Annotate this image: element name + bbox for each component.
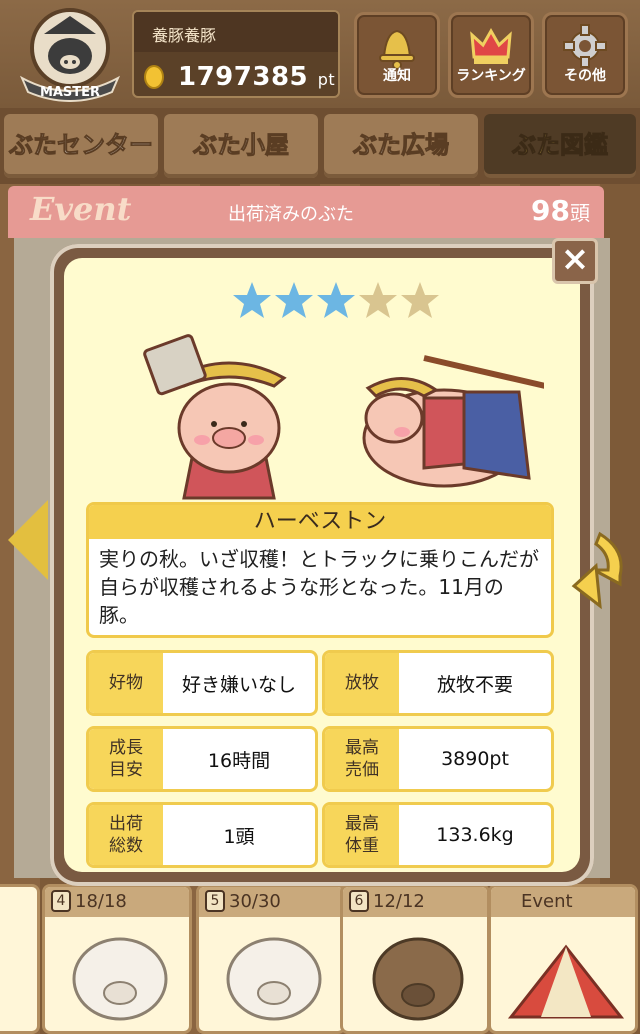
nav-tabs: ぶたセンター ぶた小屋 ぶた広場 ぶた図鑑 [0,108,640,184]
card-number: 5 [205,890,225,912]
tab-buta-hiroba[interactable]: ぶた広場 [324,114,478,178]
stat-value: 133.6kg [436,824,514,846]
card-head: 4 18/18 [45,887,189,917]
stat-max-weight: 最高 体重 133.6kg [322,802,554,868]
event-bar: Event 出荷済みのぶた 98頭 [8,186,604,238]
stat-favorite: 好物 好き嫌いなし [86,650,318,716]
card-event-label: Event [521,891,573,912]
points-display: 1797385 pt [178,62,335,92]
card-number: 6 [349,890,369,912]
notify-label: 通知 [383,68,411,84]
pig-card[interactable]: 4 18/18 [42,884,192,1034]
badge-text: MASTER [40,85,100,100]
boar-face-icon [372,937,464,1021]
header: MASTER 養豚養豚 1797385 pt 通知 ランキング その他 [0,0,640,108]
bell-icon [379,29,415,70]
stat-key: 出荷 総数 [89,805,163,865]
other-label: その他 [564,68,606,84]
star-empty-icon [359,282,397,318]
pig-face-icon [226,937,322,1021]
other-button[interactable]: その他 [542,12,628,98]
harvest-pig-side-icon [362,355,544,488]
event-card[interactable]: Event [488,884,638,1034]
pig-detail-modal: ハーベストン 実りの秋。いざ収穫！とトラックに乗りこんだが自らが収穫されるような… [50,244,594,886]
master-badge-icon[interactable]: MASTER [14,6,126,102]
shipped-count: 98頭 [531,194,590,227]
stat-key: 最高 売価 [325,729,399,789]
ranking-label: ランキング [456,68,526,84]
stat-key: 成長 目安 [89,729,163,789]
pig-info-box: ハーベストン 実りの秋。いざ収穫！とトラックに乗りこんだが自らが収穫されるような… [86,502,554,638]
pig-illustration [143,334,544,500]
star-empty-icon [401,282,439,318]
card-head: Event [491,887,635,917]
stat-value: 3890pt [441,748,509,770]
harvest-pig-front-icon [143,334,287,500]
game-screen: MASTER 養豚養豚 1797385 pt 通知 ランキング その他 ぶたセン… [0,0,640,1034]
stat-key: 好物 [89,653,163,713]
tab-buta-koya[interactable]: ぶた小屋 [164,114,318,178]
notify-button[interactable]: 通知 [354,12,440,98]
star-filled-icon [233,282,271,318]
stat-value: 16時間 [207,749,271,772]
pig-card[interactable]: 5 30/30 [196,884,346,1034]
card-count: 12/12 [373,891,425,912]
gear-icon [563,24,607,68]
stat-value: 好き嫌いなし [181,673,296,696]
points-row: 1797385 pt [134,56,338,96]
card-number: 4 [51,890,71,912]
pig-card[interactable]: 6 12/12 [340,884,490,1034]
rating-stars [232,280,452,320]
pig-name: ハーベストン [89,505,551,539]
stat-value: 放牧不要 [436,673,513,696]
coin-icon [144,65,164,89]
star-filled-icon [275,282,313,318]
modal-body: ハーベストン 実りの秋。いざ収穫！とトラックに乗りこんだが自らが収穫されるような… [64,258,580,872]
stat-value: 1頭 [223,825,255,848]
pig-face-icon [72,937,168,1021]
ranking-button[interactable]: ランキング [448,12,534,98]
user-name: 養豚養豚 [134,12,338,52]
prev-arrow-icon[interactable] [8,500,48,580]
shipped-label: 出荷済みのぶた [228,204,354,225]
pig-card-row: 4 18/18 5 30/30 6 12/12 Event [0,880,640,1034]
points-unit: pt [317,70,336,89]
next-arrow-icon[interactable] [570,530,626,610]
event-label: Event [30,190,132,228]
card-head: 6 12/12 [343,887,487,917]
star-filled-icon [317,282,355,318]
crown-icon [470,27,512,64]
stat-grazing: 放牧 放牧不要 [322,650,554,716]
stat-key: 最高 体重 [325,805,399,865]
card-count: 18/18 [75,891,127,912]
points-value: 1797385 [178,62,309,92]
tab-buta-zukan[interactable]: ぶた図鑑 [484,114,636,178]
count-number: 98 [531,194,570,227]
stat-total-shipped: 出荷 総数 1頭 [86,802,318,868]
card-count: 30/30 [229,891,281,912]
pig-description: 実りの秋。いざ収穫！とトラックに乗りこんだが自らが収穫されるような形となった。1… [99,547,539,627]
count-unit: 頭 [570,201,590,225]
close-button[interactable]: × [552,238,598,284]
circus-tent-icon [507,944,625,1019]
pig-card-partial[interactable] [0,884,40,1034]
stat-max-price: 最高 売価 3890pt [322,726,554,792]
card-head: 5 30/30 [199,887,343,917]
tab-buta-center[interactable]: ぶたセンター [4,114,158,178]
stat-key: 放牧 [325,653,399,713]
user-panel: 養豚養豚 1797385 pt [132,10,340,98]
stat-growth-time: 成長 目安 16時間 [86,726,318,792]
